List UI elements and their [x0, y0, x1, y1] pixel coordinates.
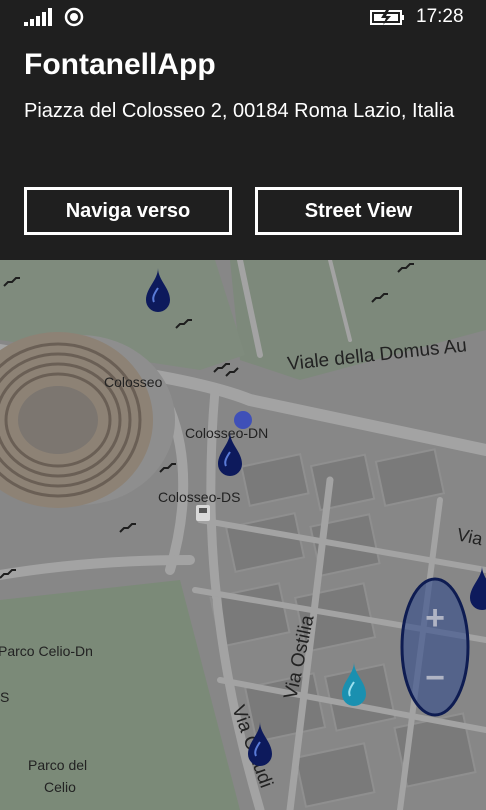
- map-label-colosseo-ds: Colosseo-DS: [158, 489, 240, 505]
- map-label-s: S: [0, 689, 9, 705]
- location-icon: [64, 7, 84, 27]
- battery-charging-icon: [370, 10, 404, 25]
- zoom-in-button[interactable]: +: [405, 597, 465, 637]
- navigate-to-button[interactable]: Naviga verso: [24, 187, 232, 235]
- header-panel: FontanellApp Piazza del Colosseo 2, 0018…: [0, 34, 486, 260]
- app-title: FontanellApp: [24, 48, 216, 81]
- address-text: Piazza del Colosseo 2, 00184 Roma Lazio,…: [24, 100, 455, 122]
- zoom-control: + −: [400, 577, 470, 717]
- current-location-dot: [234, 411, 252, 429]
- map-label-parco-line1: Parco del: [28, 757, 87, 773]
- status-bar: 17:28: [0, 0, 486, 34]
- map-label-parco-line2: Celio: [44, 779, 76, 795]
- signal-strength-icon: [24, 8, 52, 26]
- map-label-colosseo-dn: Colosseo-DN: [185, 425, 268, 441]
- zoom-in-icon: +: [425, 599, 445, 637]
- zoom-out-icon: −: [425, 659, 445, 697]
- map-label-parco-celio-dn: Parco Celio-Dn: [0, 643, 93, 659]
- map-canvas: Viale della Domus Au Colosseo Colosseo-D…: [0, 260, 486, 810]
- zoom-out-button[interactable]: −: [405, 657, 465, 697]
- street-view-button[interactable]: Street View: [255, 187, 462, 235]
- status-time: 17:28: [416, 6, 464, 27]
- transit-stop-icon: [196, 505, 210, 521]
- map-label-colosseo: Colosseo: [104, 374, 163, 390]
- map-view[interactable]: Viale della Domus Au Colosseo Colosseo-D…: [0, 260, 486, 810]
